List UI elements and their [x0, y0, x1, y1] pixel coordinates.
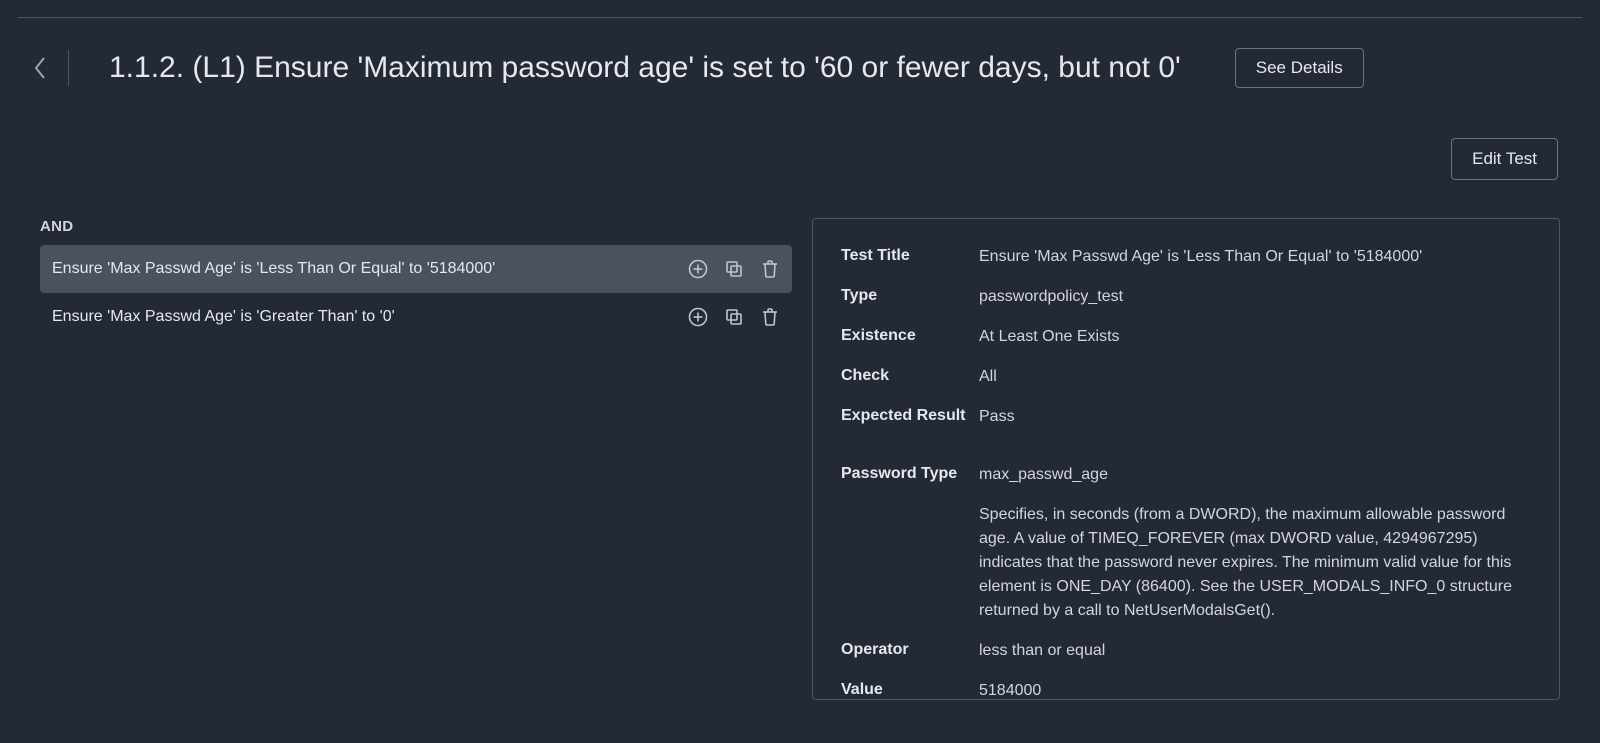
page-header: 1.1.2. (L1) Ensure 'Maximum password age… [0, 18, 1600, 98]
detail-row-description: Specifies, in seconds (from a DWORD), th… [841, 503, 1531, 623]
copy-rule-button[interactable] [724, 259, 744, 279]
delete-rule-button[interactable] [760, 307, 780, 327]
detail-label: Value [841, 679, 979, 700]
detail-label: Password Type [841, 463, 979, 485]
back-button[interactable] [30, 51, 50, 85]
add-rule-button[interactable] [688, 259, 708, 279]
plus-circle-icon [688, 259, 708, 279]
detail-label: Type [841, 285, 979, 307]
copy-icon [725, 260, 743, 278]
detail-label: Operator [841, 639, 979, 661]
detail-label: Test Title [841, 245, 979, 267]
detail-value: max_passwd_age [979, 463, 1531, 487]
trash-icon [761, 307, 779, 327]
detail-value: Pass [979, 405, 1531, 429]
rule-item[interactable]: Ensure 'Max Passwd Age' is 'Less Than Or… [40, 245, 792, 293]
detail-row-value: Value 5184000 [841, 679, 1531, 700]
detail-value: All [979, 365, 1531, 389]
detail-row-existence: Existence At Least One Exists [841, 325, 1531, 349]
detail-label: Check [841, 365, 979, 387]
detail-description: Specifies, in seconds (from a DWORD), th… [979, 503, 1531, 623]
rule-actions [688, 307, 780, 327]
header-divider [68, 50, 69, 86]
detail-row-test-title: Test Title Ensure 'Max Passwd Age' is 'L… [841, 245, 1531, 269]
detail-value: 5184000 [979, 679, 1531, 700]
trash-icon [761, 259, 779, 279]
copy-rule-button[interactable] [724, 307, 744, 327]
detail-value: Ensure 'Max Passwd Age' is 'Less Than Or… [979, 245, 1531, 269]
chevron-left-icon [33, 56, 47, 80]
page-title: 1.1.2. (L1) Ensure 'Maximum password age… [109, 51, 1181, 85]
detail-value: less than or equal [979, 639, 1531, 663]
rule-label: Ensure 'Max Passwd Age' is 'Less Than Or… [52, 260, 495, 278]
copy-icon [725, 308, 743, 326]
detail-row-type: Type passwordpolicy_test [841, 285, 1531, 309]
detail-value: passwordpolicy_test [979, 285, 1531, 309]
rules-panel: AND Ensure 'Max Passwd Age' is 'Less Tha… [40, 218, 792, 700]
detail-value: At Least One Exists [979, 325, 1531, 349]
tab-strip [18, 1, 1582, 18]
rule-item[interactable]: Ensure 'Max Passwd Age' is 'Greater Than… [40, 293, 792, 341]
edit-row: Edit Test [0, 98, 1600, 180]
detail-row-password-type: Password Type max_passwd_age [841, 463, 1531, 487]
delete-rule-button[interactable] [760, 259, 780, 279]
detail-row-check: Check All [841, 365, 1531, 389]
plus-circle-icon [688, 307, 708, 327]
rule-label: Ensure 'Max Passwd Age' is 'Greater Than… [52, 308, 395, 326]
detail-label: Expected Result [841, 405, 979, 427]
detail-row-operator: Operator less than or equal [841, 639, 1531, 663]
see-details-button[interactable]: See Details [1235, 48, 1364, 88]
section-gap [841, 445, 1531, 463]
edit-test-button[interactable]: Edit Test [1451, 138, 1558, 180]
main-content: AND Ensure 'Max Passwd Age' is 'Less Tha… [0, 180, 1600, 700]
detail-row-expected-result: Expected Result Pass [841, 405, 1531, 429]
group-operator-label: AND [40, 218, 792, 235]
detail-label: Existence [841, 325, 979, 347]
details-panel: Test Title Ensure 'Max Passwd Age' is 'L… [812, 218, 1560, 700]
rule-actions [688, 259, 780, 279]
add-rule-button[interactable] [688, 307, 708, 327]
